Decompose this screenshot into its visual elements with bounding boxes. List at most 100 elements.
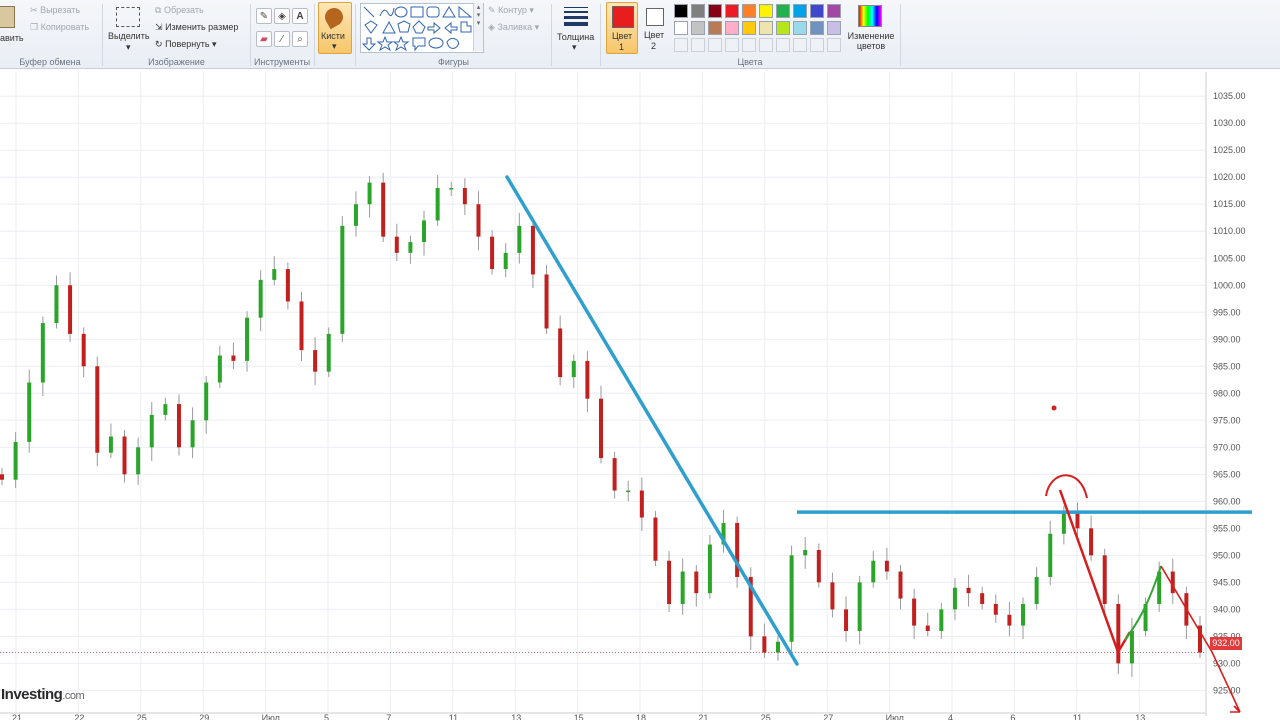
fill-bucket-icon[interactable]: ◈ (274, 8, 290, 24)
palette-swatch[interactable] (691, 4, 705, 18)
palette-swatch[interactable] (725, 4, 739, 18)
x-tick-label: 21 (698, 713, 708, 720)
fill-button[interactable]: ◈ Заливка ▾ (488, 22, 539, 33)
y-tick-label: 1030.00 (1213, 118, 1246, 128)
candle-down (585, 360, 590, 399)
color2-button[interactable]: Цвет 2 (640, 2, 670, 52)
select-button[interactable]: Выделить ▾ (106, 3, 150, 53)
x-axis-labels: 21 22 25 29 Июл 5 7 11 13 15 18 21 25 27 Июл 4 6 11 13 (12, 713, 1145, 720)
shapes-icon-grid (361, 5, 473, 52)
candle-down (653, 517, 658, 561)
palette-swatch-empty[interactable] (742, 38, 756, 52)
candle-down (462, 188, 467, 205)
price-chart: 1035.00 1030.00 1025.00 1020.00 1015.00 1010.… (0, 72, 1252, 720)
candle-down (68, 285, 73, 334)
palette-swatch[interactable] (810, 21, 824, 35)
crop-button[interactable]: ⧉ Обрезать (155, 5, 204, 16)
candle-up (503, 252, 508, 270)
candle-up (435, 188, 440, 221)
x-tick-label: 4 (948, 713, 953, 720)
candle-up (517, 225, 522, 253)
y-tick-label: 985.00 (1213, 361, 1241, 371)
palette-swatch[interactable] (708, 21, 722, 35)
y-tick-label: 940.00 (1213, 604, 1241, 614)
palette-swatch[interactable] (810, 4, 824, 18)
palette-swatch[interactable] (691, 21, 705, 35)
palette-swatch[interactable] (793, 4, 807, 18)
separator (102, 4, 103, 66)
edit-colors-button[interactable]: Изменение цветов (845, 3, 895, 53)
candle-down (1102, 555, 1107, 604)
x-tick-label: 5 (324, 713, 329, 720)
palette-swatch[interactable] (776, 4, 790, 18)
palette-swatch[interactable] (759, 4, 773, 18)
resize-button[interactable]: ⇲ Изменить размер (155, 22, 238, 33)
separator (551, 4, 552, 66)
candle-up (258, 279, 263, 318)
palette-swatch[interactable] (742, 21, 756, 35)
candle-up (1021, 603, 1026, 626)
y-tick-label: 1020.00 (1213, 172, 1246, 182)
shapes-scroll[interactable]: ▴ ▾ ▾ (473, 3, 483, 51)
shapes-gallery[interactable] (360, 3, 484, 53)
palette-swatch[interactable] (827, 21, 841, 35)
x-tick-label: 27 (823, 713, 833, 720)
eraser-icon[interactable]: ▰ (256, 31, 272, 47)
candle-down (912, 598, 917, 626)
palette-swatch[interactable] (759, 21, 773, 35)
palette-swatch[interactable] (674, 21, 688, 35)
palette-swatch[interactable] (725, 21, 739, 35)
rotate-button[interactable]: ↻ Повернуть ▾ (155, 39, 217, 50)
palette-swatch-empty[interactable] (759, 38, 773, 52)
palette-swatch[interactable] (708, 4, 722, 18)
y-tick-label: 960.00 (1213, 496, 1241, 506)
candle-up (136, 447, 141, 475)
candle-down (762, 636, 767, 653)
cut-label: Вырезать (40, 5, 81, 15)
candle-down (490, 236, 495, 270)
palette-swatch-empty[interactable] (674, 38, 688, 52)
paint-ribbon: авить ✂ Вырезать ❐ Копировать Буфер обме… (0, 0, 1280, 69)
candle-up (108, 436, 113, 453)
candle-up (1061, 512, 1066, 534)
palette-swatch-empty[interactable] (776, 38, 790, 52)
thickness-label: Толщина (557, 32, 595, 42)
rotate-icon: ↻ (155, 39, 163, 49)
cut-button[interactable]: ✂ Вырезать (30, 5, 80, 16)
palette-swatch[interactable] (742, 4, 756, 18)
copy-button[interactable]: ❐ Копировать (30, 22, 89, 33)
magnifier-icon[interactable]: ⌕ (292, 31, 308, 47)
palette-swatch[interactable] (776, 21, 790, 35)
color1-button[interactable]: Цвет 1 (606, 2, 638, 54)
palette-swatch-empty[interactable] (725, 38, 739, 52)
x-tick-label: Июл (262, 713, 280, 720)
thickness-button[interactable]: Толщина ▾ (556, 3, 596, 53)
candle-down (830, 582, 835, 610)
palette-swatch-empty[interactable] (708, 38, 722, 52)
candle-down (313, 350, 318, 372)
palette-swatch-empty[interactable] (810, 38, 824, 52)
color-picker-icon[interactable]: ⁄ (274, 31, 290, 47)
palette-swatch[interactable] (827, 4, 841, 18)
candle-up (245, 317, 250, 361)
y-tick-label: 1010.00 (1213, 226, 1246, 236)
candle-up (272, 269, 277, 280)
paste-button[interactable]: авить (0, 2, 24, 52)
brushes-button[interactable]: Кисти ▾ (318, 2, 352, 54)
resize-icon: ⇲ (155, 22, 163, 32)
fill-icon: ◈ (488, 22, 495, 32)
candle-up (27, 382, 32, 442)
rotate-label: Повернуть (165, 39, 210, 49)
palette-swatch[interactable] (793, 21, 807, 35)
palette-swatch-empty[interactable] (827, 38, 841, 52)
palette-swatch-empty[interactable] (793, 38, 807, 52)
y-tick-label: 1015.00 (1213, 199, 1246, 209)
outline-button[interactable]: ✎ Контур ▾ (488, 5, 534, 16)
text-icon[interactable]: A (292, 8, 308, 24)
candle-down (299, 301, 304, 351)
pencil-icon[interactable]: ✎ (256, 8, 272, 24)
palette-swatch[interactable] (674, 4, 688, 18)
clipboard-icon (0, 6, 15, 28)
palette-swatch-empty[interactable] (691, 38, 705, 52)
candle-down (1116, 603, 1121, 664)
